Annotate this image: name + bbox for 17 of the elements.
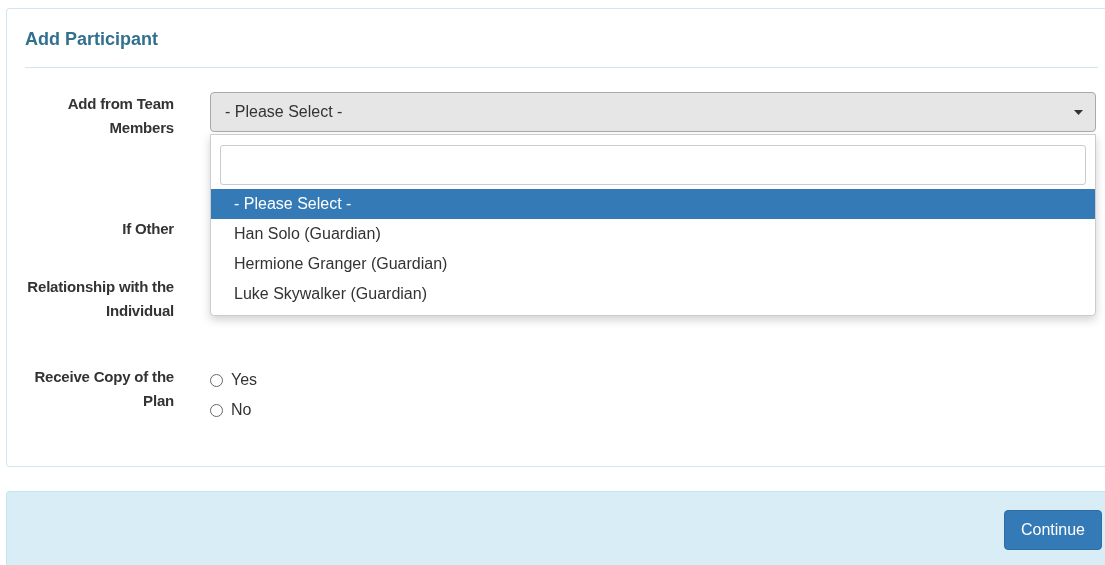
search-field[interactable] xyxy=(220,145,1086,185)
dropdown-option[interactable]: - Please Select - xyxy=(211,189,1095,219)
dropdown-option[interactable]: Han Solo (Guardian) xyxy=(211,219,1095,249)
dropdown-option[interactable]: Luke Skywalker (Guardian) xyxy=(211,279,1095,309)
radio-label: No xyxy=(231,401,252,419)
continue-button[interactable]: Continue xyxy=(1003,510,1102,550)
field-label: If Other xyxy=(121,219,174,239)
radio-button[interactable] xyxy=(210,403,223,417)
radio-label: Yes xyxy=(231,371,258,389)
dropdown-option[interactable]: Hermione Granger (Guardian) xyxy=(211,249,1095,279)
panel-title: Add Participant xyxy=(25,28,159,50)
select-dropdown[interactable]: - Please Select - xyxy=(210,92,1096,132)
radio-button[interactable] xyxy=(210,373,223,387)
caret-icon xyxy=(1074,109,1083,115)
field-label: Add from Team Members xyxy=(66,94,174,138)
field-label: Receive Copy of the Plan xyxy=(33,367,174,411)
field-label: Relationship with the Individual xyxy=(26,277,174,321)
